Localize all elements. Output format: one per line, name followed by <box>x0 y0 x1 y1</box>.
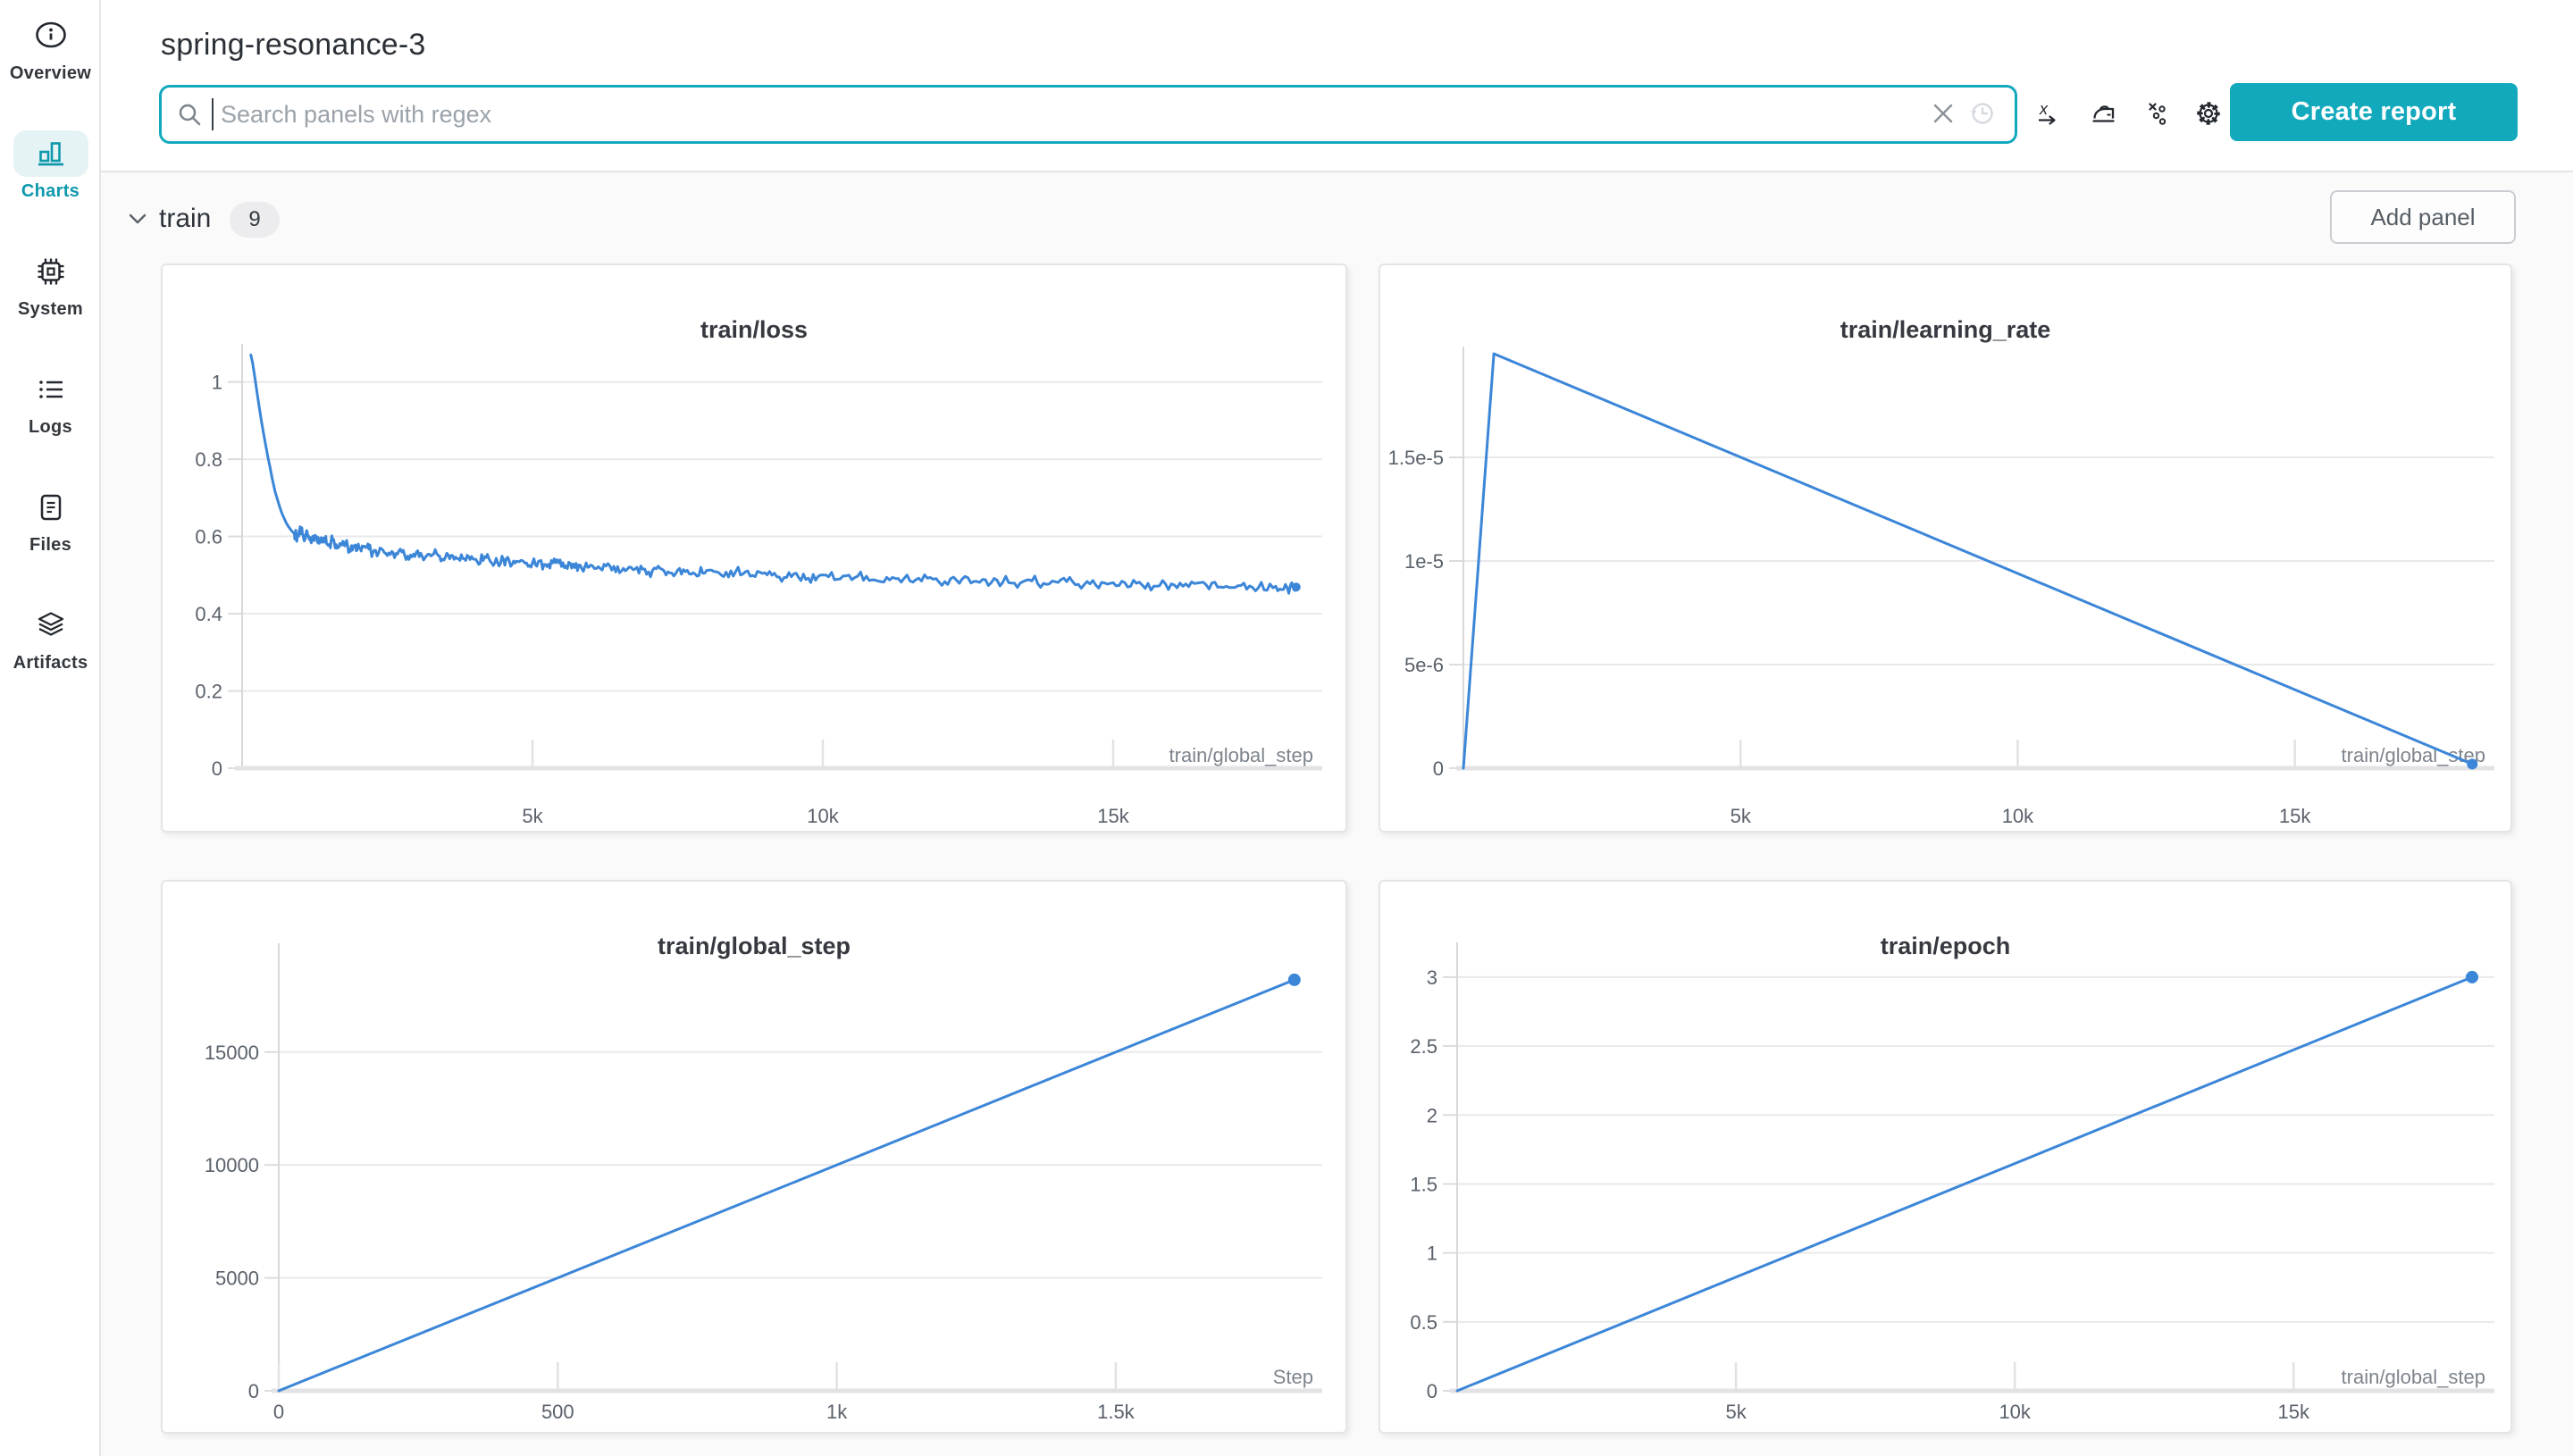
line-chart-train-epoch: 0 0.5 1 1.5 2 2.5 3 5k 10k 15k train/global_step <box>1410 942 2494 1423</box>
svg-text:5k: 5k <box>522 805 543 827</box>
sidebar: Overview Charts System Logs Files Artifa… <box>0 0 101 1456</box>
page-title: spring-resonance-3 <box>161 27 426 62</box>
info-icon <box>13 13 88 59</box>
svg-text:5k: 5k <box>1731 805 1752 827</box>
line-chart-train-learning-rate: 0 5e-6 1e-5 1.5e-5 5k 10k 15k train/global_step <box>1388 347 2494 827</box>
outliers-button[interactable] <box>2136 92 2181 137</box>
svg-text:0.6: 0.6 <box>195 526 222 548</box>
svg-text:15k: 15k <box>2279 805 2311 827</box>
sidebar-item-label: Logs <box>29 417 72 437</box>
svg-text:15k: 15k <box>2278 1401 2310 1423</box>
svg-text:3: 3 <box>1427 966 1437 989</box>
svg-text:1.5k: 1.5k <box>1097 1401 1136 1423</box>
list-icon <box>13 366 88 413</box>
bar-chart-icon <box>13 130 88 177</box>
svg-text:2: 2 <box>1427 1104 1437 1126</box>
svg-text:5k: 5k <box>1725 1401 1747 1423</box>
create-report-button[interactable]: Create report <box>2230 83 2518 141</box>
section-title: train <box>159 204 212 233</box>
svg-text:1k: 1k <box>826 1401 848 1423</box>
svg-text:10k: 10k <box>1999 1401 2031 1423</box>
svg-text:train/global_step: train/global_step <box>2342 1366 2485 1388</box>
svg-text:1.5e-5: 1.5e-5 <box>1388 447 1444 469</box>
svg-text:0: 0 <box>1433 757 1444 780</box>
svg-text:0: 0 <box>1427 1380 1437 1402</box>
svg-text:x: x <box>2039 100 2049 118</box>
svg-text:0: 0 <box>212 757 222 780</box>
section-collapse-button[interactable] <box>126 208 149 231</box>
x-axis-icon: x <box>2033 100 2060 130</box>
svg-text:1e-5: 1e-5 <box>1404 550 1444 573</box>
sidebar-item-files[interactable]: Files <box>0 484 101 556</box>
svg-text:1: 1 <box>1427 1243 1437 1265</box>
chevron-down-icon <box>126 207 149 233</box>
add-panel-button[interactable]: Add panel <box>2330 190 2516 244</box>
svg-text:15000: 15000 <box>205 1042 259 1064</box>
clear-search-button[interactable] <box>1923 95 1963 134</box>
sidebar-item-charts[interactable]: Charts <box>0 130 101 202</box>
svg-text:5000: 5000 <box>215 1268 259 1290</box>
svg-text:10k: 10k <box>2002 805 2034 827</box>
panel-train-learning-rate[interactable]: train/learning_rate 0 5e-6 1e-5 1.5e-5 5k 10k… <box>1379 264 2512 833</box>
gear-icon <box>2195 100 2222 130</box>
outliers-icon <box>2145 100 2172 130</box>
sidebar-item-overview[interactable]: Overview <box>0 13 101 84</box>
panel-train-epoch[interactable]: train/epoch 0 0.5 1 1.5 2 2.5 3 5k 10k 15k train/g… <box>1379 880 2512 1434</box>
line-chart-train-global-step: 0 5000 10000 15000 0 500 1k 1.5k Step <box>205 943 1322 1423</box>
svg-text:2.5: 2.5 <box>1410 1035 1437 1058</box>
svg-text:train/global_step: train/global_step <box>1169 744 1313 766</box>
svg-text:1.5: 1.5 <box>1410 1173 1437 1195</box>
file-icon <box>13 484 88 531</box>
iron-icon <box>2090 100 2116 130</box>
smoothing-button[interactable] <box>2081 92 2125 137</box>
panel-settings-button[interactable] <box>2186 92 2231 137</box>
svg-text:train/global_step: train/global_step <box>2342 744 2485 766</box>
close-icon <box>1930 100 1957 130</box>
text-caret <box>212 98 214 130</box>
svg-text:0.4: 0.4 <box>195 603 222 625</box>
search-icon <box>176 101 203 128</box>
svg-text:5e-6: 5e-6 <box>1404 654 1444 676</box>
sidebar-item-logs[interactable]: Logs <box>0 366 101 438</box>
layers-icon <box>13 602 88 649</box>
line-chart-train-loss: 00.20.40.60.815k 10k 15ktrain/global_step <box>195 344 1322 827</box>
sidebar-item-artifacts[interactable]: Artifacts <box>0 602 101 674</box>
svg-text:10k: 10k <box>807 805 839 827</box>
sidebar-item-label: Files <box>29 535 72 555</box>
search-placeholder: Search panels with regex <box>221 100 492 128</box>
x-axis-settings-button[interactable]: x <box>2024 92 2069 137</box>
sidebar-item-label: System <box>18 299 83 319</box>
panel-train-global-step[interactable]: train/global_step 0 5000 10000 15000 0 500 1k 1… <box>161 880 1347 1434</box>
sidebar-item-label: Artifacts <box>13 653 88 673</box>
svg-text:500: 500 <box>541 1401 574 1423</box>
svg-text:Step: Step <box>1273 1366 1313 1388</box>
cpu-icon <box>13 248 88 295</box>
svg-text:0.5: 0.5 <box>1410 1311 1437 1334</box>
search-history-button[interactable] <box>1963 95 2002 134</box>
svg-text:0: 0 <box>248 1380 259 1402</box>
svg-text:0.2: 0.2 <box>195 681 222 703</box>
sidebar-item-label: Overview <box>9 63 92 83</box>
panel-count-badge: 9 <box>230 202 280 238</box>
svg-text:15k: 15k <box>1097 805 1129 827</box>
panel-train-loss[interactable]: train/loss 0 0.2 0.4 0.6 0.8 1 5k 10k 15k train/g… <box>161 264 1347 833</box>
history-icon <box>1968 99 1997 130</box>
search-input[interactable]: Search panels with regex <box>159 85 2017 144</box>
svg-text:10000: 10000 <box>205 1154 259 1176</box>
svg-text:0: 0 <box>273 1401 284 1423</box>
sidebar-item-system[interactable]: System <box>0 248 101 320</box>
svg-text:1: 1 <box>212 372 222 394</box>
svg-text:0.8: 0.8 <box>195 448 222 471</box>
sidebar-item-label: Charts <box>21 181 80 201</box>
